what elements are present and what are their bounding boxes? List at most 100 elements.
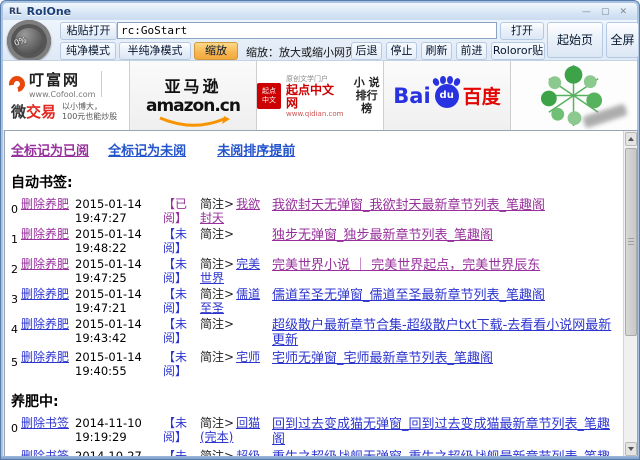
read-status: 【未阅】 [163, 416, 193, 447]
zoom-hint-text: 缩放：放大或缩小网页。 [246, 44, 367, 60]
scroll-down-button[interactable] [625, 442, 637, 456]
zoom-button[interactable]: 缩放 [194, 42, 238, 60]
delete-link[interactable]: 删除 [21, 197, 45, 211]
keep-link[interactable]: 养肥 [45, 227, 69, 241]
keep-link[interactable]: 书签 [45, 416, 69, 430]
bookmark-section: 养肥中: 0 删除 书签 2014-11-10 19:19:29 【未阅】 简注… [11, 391, 623, 458]
note-label: 简注> [200, 287, 234, 301]
main-link[interactable]: 回到过去变成猫无弹窗_回到过去变成猫最新章节列表_笔趣阁 [272, 417, 610, 447]
maximize-button[interactable]: ▢ [601, 7, 610, 17]
back-button[interactable]: 后退 [351, 42, 382, 60]
row-datetime: 2014-11-10 19:19:29 [75, 416, 163, 447]
arrow-up-icon [628, 137, 634, 141]
delete-link[interactable]: 删除 [21, 350, 45, 364]
qidian-url: www.qidian.com [286, 110, 345, 118]
row-time: 19:40:55 [75, 364, 163, 378]
row-datetime: 2015-01-14 19:48:22 [75, 227, 163, 255]
table-row: 4 删除 养肥 2015-01-14 19:43:42 【未阅】 简注> 超级散… [11, 317, 623, 348]
ad-baidu[interactable]: Bai du 百度 [384, 61, 511, 130]
row-index: 3 [11, 287, 21, 315]
delete-link[interactable]: 删除 [21, 227, 45, 241]
note-label: 简注> [200, 317, 234, 331]
row-time: 19:47:27 [75, 211, 163, 225]
row-date: 2015-01-14 [75, 257, 163, 271]
ad-qidian[interactable]: 起点 中文 原创文学门户 起点中文网 www.qidian.com 小 说 排行… [257, 61, 384, 130]
delete-link[interactable]: 删除 [21, 317, 45, 331]
table-row: 5 删除 养肥 2015-01-14 19:40:55 【未阅】 简注>宅师 宅… [11, 350, 623, 378]
main-link[interactable]: 儒道至圣无弹窗_儒道至圣最新章节列表_笔趣阁 [272, 288, 545, 303]
baidu-paw-icon: du [435, 84, 459, 108]
main-link[interactable]: 独步无弹窗_独步最新章节列表_笔趣阁 [272, 228, 493, 243]
row-date: 2015-01-14 [75, 197, 163, 211]
table-row: 2 删除 养肥 2015-01-14 19:47:25 【未阅】 简注>完美世界… [11, 257, 623, 285]
qidian-right-top: 小 说 [350, 76, 383, 89]
unread-sort-first-link[interactable]: 未阅排序提前 [217, 144, 295, 159]
progress-knob-label: 0% [13, 35, 28, 47]
tieba-button[interactable]: Roloror贴吧 [491, 42, 545, 60]
delete-link[interactable]: 删除 [21, 287, 45, 301]
progress-knob[interactable]: 0% [7, 20, 51, 62]
delete-link[interactable]: 删除 [21, 416, 45, 430]
keep-link[interactable]: 养肥 [45, 287, 69, 301]
qidian-seal-icon: 起点 中文 [257, 83, 281, 109]
main-link[interactable]: 我欲封天无弹窗_我欲封天最新章节列表_笔趣阁 [272, 198, 545, 213]
paste-open-button[interactable]: 粘贴打开 [60, 22, 117, 40]
titlebar[interactable]: RL RolOne — ▢ ✕ [3, 3, 637, 20]
qidian-tagline: 原创文学门户 [286, 74, 345, 84]
read-status: 【未阅】 [163, 227, 193, 255]
row-date: 2015-01-14 [75, 287, 163, 301]
fullscreen-button[interactable]: 全屏 [606, 22, 639, 58]
delete-link[interactable]: 删除 [21, 257, 45, 271]
read-status: 【已阅】 [163, 197, 193, 225]
main-link[interactable]: 宅师无弹窗_宅师最新章节列表_笔趣阁 [272, 351, 493, 366]
keep-link[interactable]: 养肥 [45, 257, 69, 271]
divider [101, 71, 102, 97]
main-link[interactable]: 完美世界小说 ｜ 完美世界起点，完美世界辰东 [272, 258, 540, 273]
main-link[interactable]: 超级散户最新章节合集-超级散户txt下载-去看看小说网最新更新 [272, 318, 611, 348]
pure-mode-button[interactable]: 纯净模式 [60, 42, 116, 60]
window-title: RolOne [27, 5, 71, 18]
vertical-scrollbar[interactable] [623, 131, 637, 457]
note-label: 简注> [200, 227, 234, 241]
keep-link[interactable]: 养肥 [45, 350, 69, 364]
row-datetime: 2015-01-14 19:43:42 [75, 317, 163, 348]
mark-all-read-link[interactable]: 全标记为已阅 [11, 144, 89, 159]
amazon-cn-name: 亚马逊 [130, 73, 256, 97]
row-time: 19:19:29 [75, 430, 163, 444]
keep-link[interactable]: 养肥 [45, 317, 69, 331]
cofool-logo-icon [6, 73, 28, 95]
section-rows: 0 删除 养肥 2015-01-14 19:47:27 【已阅】 简注>我欲封天… [11, 197, 623, 378]
scroll-up-button[interactable] [625, 132, 637, 146]
note-label: 简注> [200, 416, 234, 430]
ad-cofool[interactable]: 叮富网 www.Cofool.com 微交易 以小博大， 100元也能炒股 [3, 61, 130, 130]
keep-link[interactable]: 养肥 [45, 197, 69, 211]
amazon-domain: amazon.cn [130, 97, 256, 115]
forward-button[interactable]: 前进 [456, 42, 487, 60]
row-date: 2015-01-14 [75, 227, 163, 241]
row-index: 2 [11, 257, 21, 285]
note-title-link[interactable]: 宅师 [236, 350, 260, 364]
minimize-button[interactable]: — [582, 7, 591, 17]
baidu-bai-text: Bai [393, 84, 430, 108]
scrollbar-thumb[interactable] [625, 148, 637, 336]
row-index: 0 [11, 416, 21, 447]
semi-pure-mode-button[interactable]: 半纯净模式 [119, 42, 191, 60]
read-status: 【未阅】 [163, 257, 193, 285]
stop-button[interactable]: 停止 [386, 42, 417, 60]
cofool-site-name: 叮富网 [29, 69, 95, 90]
note-label: 简注> [200, 350, 234, 364]
open-button[interactable]: 打开 [500, 22, 544, 40]
close-button[interactable]: ✕ [619, 7, 627, 17]
note-label: 简注> [200, 257, 234, 271]
row-index: 4 [11, 317, 21, 348]
home-button[interactable]: 起始页 [547, 22, 603, 58]
ad-green-logo[interactable] [511, 61, 637, 130]
mark-all-unread-link[interactable]: 全标记为未阅 [108, 144, 186, 159]
toolbar: 0% 粘贴打开 打开 起始页 全屏 纯净模式 半纯净模式 缩放 缩放：放大或缩小… [3, 20, 637, 60]
bookmark-scrollpane: 全标记为已阅 全标记为未阅 未阅排序提前 自动书签: 0 删除 养肥 2015-… [5, 131, 623, 457]
refresh-button[interactable]: 刷新 [421, 42, 452, 60]
ad-amazon[interactable]: 亚马逊 amazon.cn [130, 61, 257, 130]
app-icon: RL [9, 7, 22, 17]
table-row: 0 删除 书签 2014-11-10 19:19:29 【未阅】 简注>回猫(完… [11, 416, 623, 447]
address-input[interactable] [117, 22, 497, 39]
